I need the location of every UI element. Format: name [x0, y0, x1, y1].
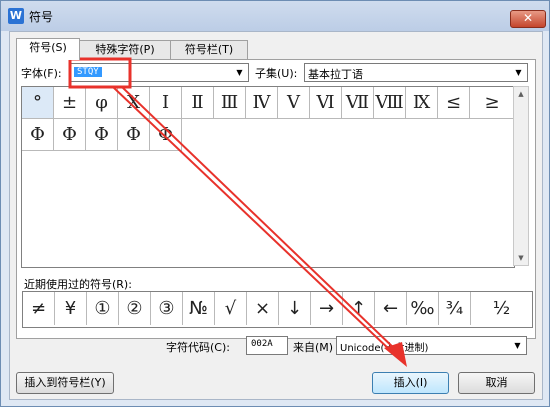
symbol-cell[interactable]: φ [86, 87, 118, 119]
symbol-cell[interactable]: Φ [86, 119, 118, 151]
recent-symbols-row: ≠ ¥ ① ② ③ № √ × ↓ → ↑ ← ‰ ¾ ½ [22, 291, 533, 328]
from-select[interactable]: Unicode(十六进制) ▼ [336, 336, 527, 355]
font-select[interactable]: STQY ▼ [70, 63, 249, 82]
close-button[interactable]: ✕ [510, 10, 546, 28]
insert-to-symbol-bar-button[interactable]: 插入到符号栏(Y) [16, 372, 114, 394]
recent-symbol-cell[interactable]: № [183, 292, 215, 325]
symbol-grid: ° ± φ Ⅹ Ⅰ Ⅱ Ⅲ Ⅳ Ⅴ Ⅵ Ⅶ Ⅷ Ⅸ ≤ ≥ Φ Φ Φ Φ Φ [21, 86, 515, 268]
symbol-cell[interactable]: Φ [54, 119, 86, 151]
symbol-cell[interactable]: ≤ [438, 87, 470, 119]
window-title: 符号 [29, 10, 54, 24]
title-bar[interactable]: W 符号 ✕ [1, 1, 549, 31]
recent-symbol-cell[interactable]: ← [375, 292, 407, 325]
subset-label: 子集(U): [255, 67, 298, 80]
tab-symbol-bar[interactable]: 符号栏(T) [170, 40, 248, 59]
from-value: Unicode(十六进制) [340, 343, 429, 354]
recent-symbol-cell[interactable]: → [311, 292, 343, 325]
wps-app-icon: W [8, 8, 24, 24]
recent-symbol-cell[interactable]: ½ [471, 292, 532, 325]
recent-symbol-cell[interactable]: ① [87, 292, 119, 325]
recent-symbols-label: 近期使用过的符号(R): [24, 278, 132, 291]
recent-symbol-cell[interactable]: ¾ [439, 292, 471, 325]
recent-symbol-cell[interactable]: ② [119, 292, 151, 325]
scroll-down-icon[interactable]: ▼ [514, 251, 528, 265]
symbol-cell[interactable]: Ⅸ [406, 87, 438, 119]
symbol-cell[interactable]: Ⅷ [374, 87, 406, 119]
chevron-down-icon[interactable]: ▼ [512, 64, 525, 81]
recent-symbol-cell[interactable]: ≠ [23, 292, 55, 325]
symbol-grid-scrollbar[interactable]: ▲ ▼ [513, 86, 529, 266]
symbol-cell[interactable]: Ⅹ [118, 87, 150, 119]
recent-symbol-cell[interactable]: ¥ [55, 292, 87, 325]
symbol-cell[interactable]: Ⅵ [310, 87, 342, 119]
cancel-button[interactable]: 取消 [458, 372, 535, 394]
char-code-label: 字符代码(C): [166, 341, 230, 354]
symbol-cell[interactable]: Ⅲ [214, 87, 246, 119]
symbol-cell[interactable]: Ⅶ [342, 87, 374, 119]
recent-symbol-cell[interactable]: √ [215, 292, 247, 325]
font-value-wrap: STQY [74, 66, 102, 77]
subset-select[interactable]: 基本拉丁语 ▼ [304, 63, 528, 82]
symbol-cell[interactable]: Ⅳ [246, 87, 278, 119]
insert-button[interactable]: 插入(I) [372, 372, 449, 394]
symbol-cell[interactable]: Ⅱ [182, 87, 214, 119]
symbol-cell[interactable]: ≥ [470, 87, 514, 119]
char-code-input[interactable]: 002A [246, 336, 288, 355]
font-label: 字体(F): [21, 67, 62, 80]
recent-symbol-cell[interactable]: ↓ [279, 292, 311, 325]
symbol-cell[interactable]: Ⅰ [150, 87, 182, 119]
tab-symbols[interactable]: 符号(S) [16, 38, 80, 60]
dialog-body: 符号(S) 特殊字符(P) 符号栏(T) 字体(F): STQY ▼ 子集(U)… [9, 31, 543, 400]
from-label: 来自(M) [293, 341, 334, 354]
recent-symbol-cell[interactable]: ↑ [343, 292, 375, 325]
char-code-value: 002A [251, 339, 273, 349]
scroll-up-icon[interactable]: ▲ [514, 87, 528, 101]
symbol-cell[interactable]: Φ [150, 119, 182, 151]
symbol-cell[interactable]: Φ [118, 119, 150, 151]
recent-symbol-cell[interactable]: ③ [151, 292, 183, 325]
symbol-dialog: W 符号 ✕ 符号(S) 特殊字符(P) 符号栏(T) 字体(F): STQY … [0, 0, 550, 407]
symbol-cell[interactable]: Φ [22, 119, 54, 151]
recent-symbol-cell[interactable]: ‰ [407, 292, 439, 325]
chevron-down-icon[interactable]: ▼ [233, 64, 246, 81]
symbol-cell[interactable]: Ⅴ [278, 87, 310, 119]
subset-value: 基本拉丁语 [308, 68, 363, 81]
recent-symbol-cell[interactable]: × [247, 292, 279, 325]
symbol-cell[interactable]: ° [22, 87, 54, 119]
symbol-cell[interactable]: ± [54, 87, 86, 119]
chevron-down-icon[interactable]: ▼ [511, 337, 524, 354]
tab-special-characters[interactable]: 特殊字符(P) [79, 40, 171, 59]
font-value: STQY [74, 67, 102, 77]
